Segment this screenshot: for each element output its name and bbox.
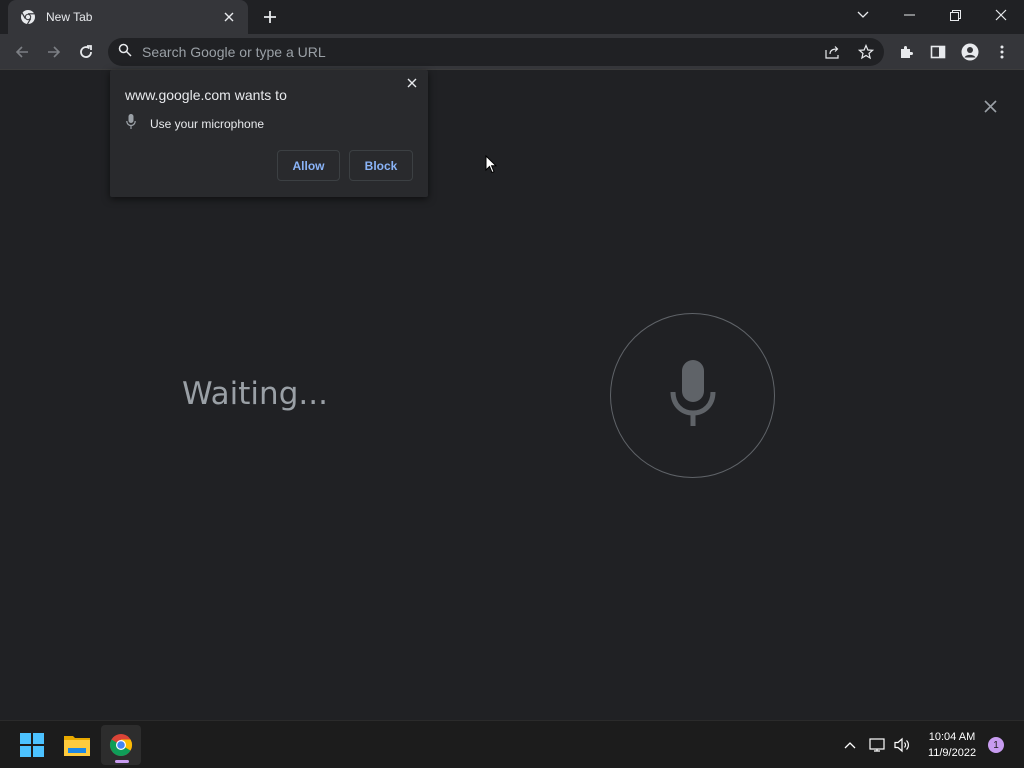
voice-status-text: Waiting... bbox=[182, 376, 328, 412]
menu-icon[interactable] bbox=[988, 38, 1016, 66]
microphone-small-icon bbox=[126, 114, 136, 134]
microphone-icon bbox=[669, 360, 717, 431]
notification-badge[interactable]: 1 bbox=[988, 737, 1004, 753]
browser-toolbar bbox=[0, 34, 1024, 70]
block-button[interactable]: Block bbox=[349, 150, 413, 181]
clock-date: 11/9/2022 bbox=[927, 747, 977, 759]
show-hidden-icons-icon[interactable] bbox=[839, 735, 861, 755]
volume-icon[interactable] bbox=[891, 735, 913, 755]
mouse-cursor-icon bbox=[485, 154, 498, 179]
tab-search-icon[interactable] bbox=[840, 0, 886, 30]
side-panel-icon[interactable] bbox=[924, 38, 952, 66]
system-clock[interactable]: 10:04 AM 11/9/2022 bbox=[918, 729, 986, 761]
chrome-taskbar-icon[interactable] bbox=[101, 725, 141, 765]
back-icon[interactable] bbox=[8, 38, 36, 66]
share-icon[interactable] bbox=[822, 42, 844, 62]
minimize-icon[interactable] bbox=[886, 0, 932, 30]
restore-icon[interactable] bbox=[932, 0, 978, 30]
mic-button[interactable] bbox=[610, 313, 775, 478]
omnibox[interactable] bbox=[108, 38, 884, 66]
tab-new-tab[interactable]: New Tab bbox=[8, 0, 248, 34]
windows-start-icon[interactable] bbox=[12, 725, 52, 765]
voice-close-icon[interactable] bbox=[980, 96, 1000, 116]
file-explorer-icon[interactable] bbox=[57, 725, 97, 765]
clock-time: 10:04 AM bbox=[928, 731, 976, 743]
extensions-icon[interactable] bbox=[892, 38, 920, 66]
tab-title: New Tab bbox=[46, 10, 93, 24]
address-input[interactable] bbox=[142, 44, 782, 60]
reload-icon[interactable] bbox=[72, 38, 100, 66]
search-icon bbox=[118, 43, 132, 62]
chrome-icon bbox=[20, 9, 36, 25]
window-close-icon[interactable] bbox=[978, 0, 1024, 30]
new-tab-button[interactable] bbox=[258, 6, 282, 28]
permission-popup: www.google.com wants to Use your microph… bbox=[110, 70, 428, 197]
network-icon[interactable] bbox=[867, 735, 889, 755]
tab-strip: New Tab bbox=[0, 0, 1024, 34]
active-app-indicator bbox=[115, 760, 129, 763]
popup-close-icon[interactable] bbox=[404, 75, 420, 91]
forward-icon[interactable] bbox=[40, 38, 68, 66]
profile-icon[interactable] bbox=[956, 38, 984, 66]
popup-title: www.google.com wants to bbox=[125, 87, 287, 103]
permission-label: Use your microphone bbox=[150, 117, 265, 131]
taskbar: 10:04 AM 11/9/2022 1 bbox=[0, 720, 1024, 768]
permission-row: Use your microphone bbox=[126, 114, 264, 134]
tab-close-icon[interactable] bbox=[220, 8, 238, 26]
allow-button[interactable]: Allow bbox=[277, 150, 340, 181]
bookmark-star-icon[interactable] bbox=[855, 42, 877, 62]
